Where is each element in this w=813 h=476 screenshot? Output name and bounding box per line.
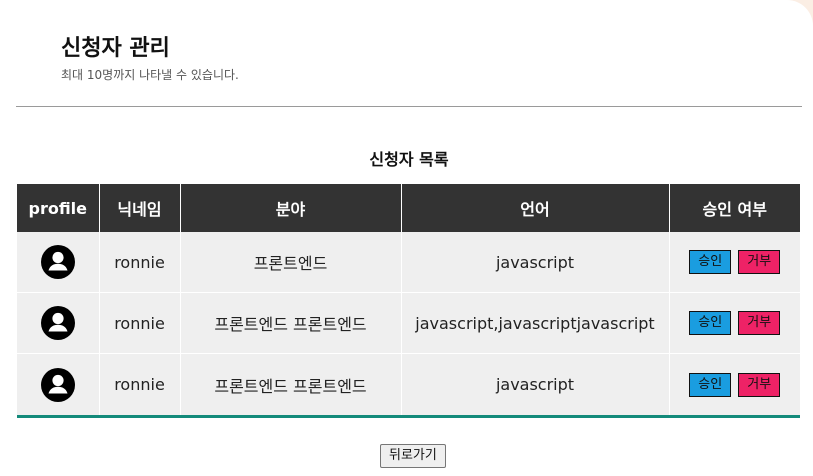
field-cell: 프론트엔드 프론트엔드 xyxy=(180,353,402,417)
approve-button[interactable]: 승인 xyxy=(689,311,732,335)
account-circle-icon xyxy=(40,306,75,340)
approval-cell: 승인 거부 xyxy=(669,353,800,417)
approval-cell: 승인 거부 xyxy=(669,232,800,293)
nickname-cell: ronnie xyxy=(99,292,181,354)
table-row: ronnie 프론트엔드 프론트엔드 javascript 승인 거부 xyxy=(17,353,800,417)
nickname-cell: ronnie xyxy=(99,353,181,417)
nickname-cell: ronnie xyxy=(99,232,181,293)
column-header-profile: profile xyxy=(17,184,100,232)
approve-button[interactable]: 승인 xyxy=(689,372,732,397)
column-header-field: 분야 xyxy=(180,184,402,232)
back-button[interactable]: 뒤로가기 xyxy=(380,444,446,468)
account-circle-icon xyxy=(40,245,75,279)
table-row: ronnie 프론트엔드 프론트엔드 javascript,javascript… xyxy=(17,292,800,354)
account-circle-icon xyxy=(40,367,75,402)
page-title: 신청자 관리 xyxy=(61,36,170,61)
profile-cell xyxy=(17,353,100,417)
language-cell: javascript,javascriptjavascript xyxy=(401,292,670,354)
column-header-language: 언어 xyxy=(401,184,670,232)
approval-cell: 승인 거부 xyxy=(669,292,800,354)
table-row: ronnie 프론트엔드 javascript 승인 거부 xyxy=(17,232,800,293)
header-divider xyxy=(16,106,802,107)
field-cell: 프론트엔드 xyxy=(180,232,402,293)
main-card: 신청자 관리 최대 10명까지 나타낼 수 있습니다. 신청자 목록 profi… xyxy=(0,0,813,476)
applicant-table: profile 닉네임 분야 언어 승인 여부 ronnie 프론트엔드 jav… xyxy=(17,184,800,418)
language-cell: javascript xyxy=(401,353,670,417)
field-cell: 프론트엔드 프론트엔드 xyxy=(180,292,402,354)
applicant-list-title: 신청자 목록 xyxy=(369,150,449,169)
profile-cell xyxy=(17,292,100,354)
table-header-row: profile 닉네임 분야 언어 승인 여부 xyxy=(17,184,800,232)
language-cell: javascript xyxy=(401,232,670,293)
page-subtitle: 최대 10명까지 나타낼 수 있습니다. xyxy=(61,68,239,82)
reject-button[interactable]: 거부 xyxy=(738,311,781,335)
column-header-nickname: 닉네임 xyxy=(99,184,181,232)
profile-cell xyxy=(17,232,100,293)
reject-button[interactable]: 거부 xyxy=(738,372,781,397)
reject-button[interactable]: 거부 xyxy=(738,250,781,274)
column-header-approval: 승인 여부 xyxy=(669,184,800,232)
approve-button[interactable]: 승인 xyxy=(689,250,732,274)
